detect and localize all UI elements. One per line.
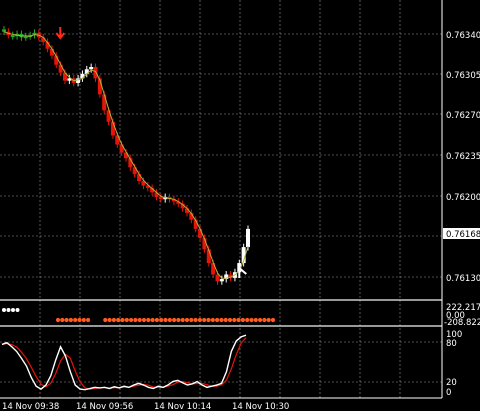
price-tick-label: 0.76305 [446, 71, 480, 81]
indicator-dot [210, 317, 215, 323]
indicator-dot [120, 317, 125, 323]
price-tick-label: 0.76130 [446, 274, 480, 284]
indicator-dot [86, 317, 91, 323]
indicator-dot [73, 317, 78, 323]
indicator-dot [6, 308, 11, 312]
indicator-dot [232, 317, 237, 323]
indicator-dot [167, 317, 172, 323]
current-price-label: 0.76168 [446, 230, 480, 240]
time-axis: 14 Nov 09:38 14 Nov 09:56 14 Nov 10:14 1… [2, 402, 289, 411]
buy-signal-arrow-icon [238, 265, 247, 278]
indicator1-label: -208.822 [444, 318, 480, 328]
indicator-dot [103, 317, 108, 323]
chart-grid [0, 0, 442, 398]
indicator-dot [180, 317, 185, 323]
indicator-dot [258, 317, 263, 323]
indicator-dot [129, 317, 134, 323]
candle-body [215, 274, 220, 282]
time-tick-label: 14 Nov 10:14 [154, 402, 211, 411]
candle-body [246, 228, 250, 248]
indicator1-axis: 222.2177 0.00 -208.822 [444, 303, 480, 328]
candle-body [137, 174, 142, 181]
indicator-dot [150, 317, 155, 323]
candle-body [2, 29, 6, 32]
oscillator-pane [1, 334, 247, 391]
indicator-dot [189, 317, 194, 323]
price-tick-label: 0.76200 [446, 193, 480, 203]
indicator-dot [124, 317, 129, 323]
indicator-dot [206, 317, 211, 323]
indicator-pane-1 [2, 308, 276, 323]
indicator-dot [154, 317, 159, 323]
price-tick-label: 0.76235 [446, 152, 480, 162]
time-tick-label: 14 Nov 09:38 [2, 402, 59, 411]
candle-body [158, 196, 163, 200]
indicator-dot [197, 317, 202, 323]
indicator-dot [15, 308, 20, 312]
indicator-dot [141, 317, 147, 323]
candle-body [219, 279, 224, 282]
time-tick-label: 14 Nov 09:56 [76, 402, 133, 411]
oscillator-axis: 100 80 20 0 [446, 330, 462, 398]
indicator-dot [77, 317, 82, 323]
indicator-dot [184, 317, 190, 323]
indicator-dot [133, 317, 138, 323]
candle-body [93, 67, 98, 79]
indicator-dot [11, 308, 15, 312]
buy-arrow-shape [238, 265, 247, 278]
candle-body [198, 228, 203, 238]
candle-body [102, 94, 107, 111]
indicator-dot [266, 317, 271, 323]
candlestick-series [2, 25, 250, 285]
price-chart: 0.76340 0.76305 0.76270 0.76235 0.76200 … [0, 0, 480, 411]
indicator-dot [163, 317, 168, 323]
time-tick-label: 14 Nov 10:30 [232, 402, 289, 411]
indicator-dot [64, 317, 69, 323]
indicator-dot [2, 308, 6, 312]
indicator-dot [249, 317, 254, 323]
oscillator-label: 0 [446, 388, 451, 398]
sell-signal-arrow-icon [55, 27, 66, 40]
indicator-dot [172, 317, 177, 323]
indicator-dot [193, 317, 198, 323]
indicator-dot [219, 317, 224, 323]
indicator-dot [137, 317, 142, 323]
indicator-dot [176, 317, 181, 323]
indicator-dot [262, 317, 267, 323]
indicator-dot [159, 317, 164, 323]
candle-body [58, 64, 63, 73]
indicator-dot [253, 317, 258, 323]
oscillator-signal-line [1, 337, 247, 390]
indicator-dot [60, 317, 65, 323]
main-price-pane [2, 25, 250, 285]
candle-body [10, 35, 15, 38]
price-tick-label: 0.76340 [446, 31, 480, 41]
indicator-dot [245, 317, 250, 323]
indicator-dot [55, 317, 61, 323]
indicator-dot [116, 317, 121, 323]
indicator-dot [111, 317, 116, 323]
indicator-dot [81, 317, 86, 323]
indicator-dot [215, 317, 220, 323]
oscillator-label: 20 [446, 378, 457, 388]
candle-body [89, 67, 94, 70]
candle-body [23, 36, 28, 39]
indicator-dot [107, 317, 112, 323]
price-tick-label: 0.76270 [446, 111, 480, 121]
indicator-dot [227, 317, 233, 323]
oscillator-label: 80 [446, 339, 457, 349]
indicator-dot [223, 317, 228, 323]
indicator-dot [270, 317, 276, 323]
indicator-dot [236, 317, 241, 323]
price-axis: 0.76340 0.76305 0.76270 0.76235 0.76200 … [443, 31, 480, 284]
indicator-dot [68, 317, 73, 323]
indicator-dot [240, 317, 245, 323]
indicator-dot [146, 317, 151, 323]
indicator-dot [202, 317, 207, 323]
